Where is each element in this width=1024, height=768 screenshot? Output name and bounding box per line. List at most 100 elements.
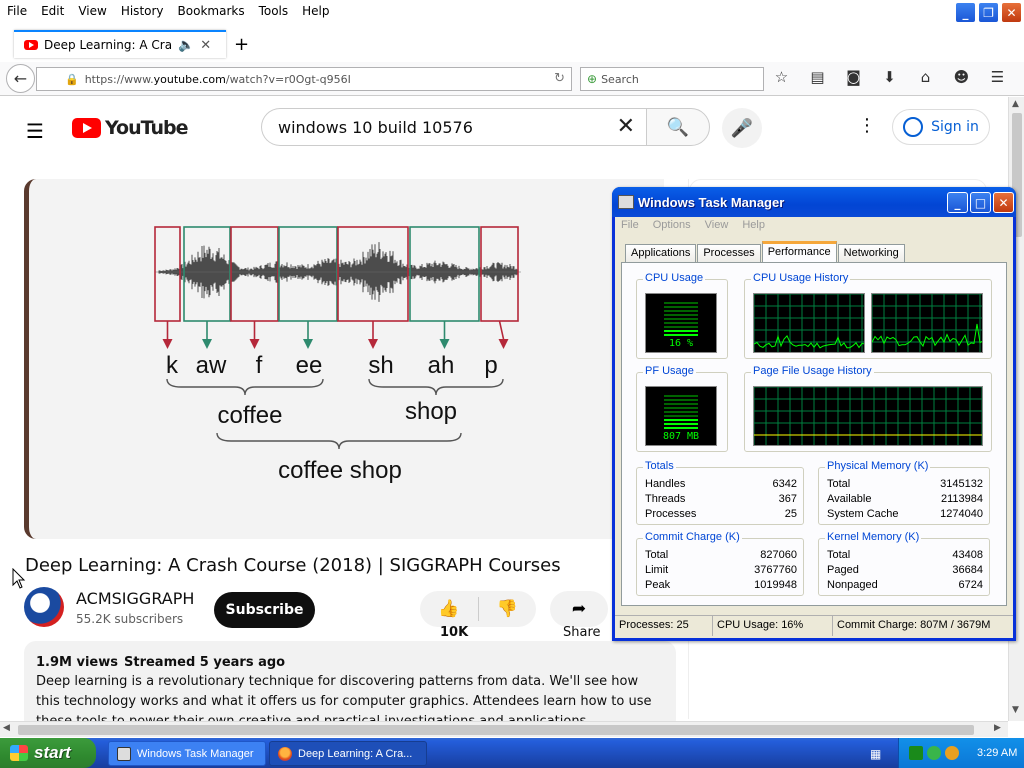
restore-button[interactable]: ❐: [978, 2, 999, 23]
emoji-icon[interactable]: ☻: [952, 68, 971, 86]
pf-history-graph: [753, 386, 983, 446]
clock: 3:29 AM: [977, 747, 1017, 759]
pf-usage-fill: [664, 419, 698, 431]
menu-file[interactable]: File: [0, 4, 34, 18]
task-manager-tray-icon[interactable]: [909, 746, 923, 760]
horizontal-scroll-thumb[interactable]: [18, 725, 974, 735]
close-tab-icon[interactable]: ✕: [200, 38, 211, 53]
subscribe-button[interactable]: Subscribe: [214, 592, 315, 628]
share-arrow-icon: ➦: [572, 599, 586, 619]
phoneme-arrowhead: [202, 339, 212, 349]
tab-networking[interactable]: Networking: [838, 244, 905, 263]
commit-charge-group: Commit Charge (K) Total 827060 Limit 37677…: [636, 538, 804, 596]
scroll-right-arrow-icon[interactable]: ▶: [994, 723, 1001, 733]
youtube-search-button[interactable]: 🔍: [646, 108, 710, 146]
reload-icon[interactable]: ↻: [554, 71, 565, 86]
phoneme-label: f: [256, 352, 263, 379]
system-tray: 3:29 AM: [898, 738, 1024, 768]
like-count: 10K: [440, 625, 468, 640]
bookmark-star-icon[interactable]: ☆: [772, 68, 791, 86]
menu-view[interactable]: View: [71, 4, 113, 18]
menu-tools[interactable]: Tools: [252, 4, 296, 18]
security-icon[interactable]: [945, 746, 959, 760]
scroll-left-arrow-icon[interactable]: ◀: [3, 723, 10, 733]
taskbar-task-manager[interactable]: Windows Task Manager: [108, 741, 266, 766]
sign-in-button[interactable]: Sign in: [892, 109, 990, 145]
status-cpu: CPU Usage: 16%: [713, 616, 833, 636]
voice-search-button[interactable]: 🎤: [722, 108, 762, 148]
phoneme-arrowhead: [368, 339, 378, 349]
channel-avatar[interactable]: [24, 587, 64, 627]
back-button[interactable]: ←: [6, 64, 35, 93]
phoneme-label: p: [484, 352, 497, 379]
tab-performance[interactable]: Performance: [762, 241, 837, 263]
tm-menu-file[interactable]: File: [621, 219, 639, 231]
share-label: Share: [563, 625, 601, 640]
youtube-logo[interactable]: YouTube: [72, 117, 187, 139]
task-manager-window: Windows Task Manager _ □ ✕ File Options …: [612, 187, 1016, 641]
thumbs-up-icon[interactable]: 👍: [420, 599, 478, 619]
minimize-button[interactable]: _: [955, 2, 976, 23]
cpu-history-graph-2: [871, 293, 983, 353]
tm-menu-options[interactable]: Options: [653, 219, 691, 231]
task-manager-titlebar[interactable]: Windows Task Manager _ □ ✕: [612, 187, 1016, 217]
phoneme-label: aw: [196, 352, 227, 379]
start-button[interactable]: start: [0, 738, 96, 768]
tm-menu-help[interactable]: Help: [742, 219, 765, 231]
phoneme-label: k: [166, 352, 179, 379]
download-icon[interactable]: ⬇: [880, 68, 899, 86]
toolbar-icons: ☆ ▤ ◙ ⬇ ⌂ ☻ ☰: [772, 68, 1007, 86]
phoneme-label: ah: [428, 352, 455, 379]
phoneme-label: sh: [368, 352, 393, 379]
close-button[interactable]: ✕: [1001, 2, 1022, 23]
url-text: https://www.youtube.com/watch?v=r0Ogt-q9…: [85, 73, 351, 86]
scroll-up-arrow-icon[interactable]: ▲: [1012, 99, 1019, 109]
guide-menu-icon[interactable]: ☰: [26, 119, 46, 143]
search-bar[interactable]: ⊕ Search: [580, 67, 764, 91]
tm-close-button[interactable]: ✕: [993, 192, 1014, 213]
reader-list-icon[interactable]: ▤: [808, 68, 827, 86]
clear-search-icon[interactable]: ✕: [617, 114, 635, 139]
menu-bookmarks[interactable]: Bookmarks: [171, 4, 252, 18]
windows-flag-icon: [10, 745, 28, 761]
slide-diagram: k aw f ee sh ah pcoffee shopcoffee shop: [29, 179, 664, 539]
lock-icon[interactable]: 🔒: [65, 73, 79, 86]
menu-help[interactable]: Help: [295, 4, 336, 18]
video-player[interactable]: k aw f ee sh ah p coffee shop coffee shop: [24, 179, 664, 539]
microphone-icon: 🎤: [731, 118, 753, 139]
phoneme-arrowhead: [163, 339, 173, 349]
keyboard-icon[interactable]: ▦: [870, 747, 881, 761]
tm-menu-view[interactable]: View: [705, 219, 729, 231]
user-avatar-icon: [903, 117, 923, 137]
thumbs-down-icon[interactable]: 👎: [478, 599, 536, 619]
hamburger-menu-icon[interactable]: ☰: [988, 68, 1007, 86]
settings-more-icon[interactable]: ⋮: [858, 115, 876, 136]
description-box[interactable]: 1.9M views Streamed 5 years ago Deep lear…: [24, 641, 676, 721]
youtube-search-input[interactable]: windows 10 build 10576 ✕: [261, 108, 647, 146]
word-coffee: coffee: [218, 402, 283, 429]
url-bar[interactable]: 🔒 https://www.youtube.com/watch?v=r0Ogt-…: [36, 67, 572, 91]
menu-history[interactable]: History: [114, 4, 171, 18]
tab-processes[interactable]: Processes: [697, 244, 760, 263]
tm-maximize-button[interactable]: □: [970, 192, 991, 213]
tm-minimize-button[interactable]: _: [947, 192, 968, 213]
share-button[interactable]: ➦: [550, 591, 608, 627]
phoneme-arrowhead: [303, 339, 313, 349]
network-icon[interactable]: [927, 746, 941, 760]
scroll-down-arrow-icon[interactable]: ▼: [1012, 705, 1019, 715]
search-icon: ⊕: [587, 72, 597, 86]
taskbar-firefox[interactable]: Deep Learning: A Cra...: [269, 741, 427, 766]
horizontal-scrollbar[interactable]: ◀ ▶: [0, 721, 1008, 737]
channel-name[interactable]: ACMSIGGRAPH: [76, 589, 194, 608]
cpu-history-group: CPU Usage History: [744, 279, 992, 359]
speaker-icon[interactable]: 🔈: [178, 38, 194, 53]
menu-edit[interactable]: Edit: [34, 4, 71, 18]
home-icon[interactable]: ⌂: [916, 68, 935, 86]
new-tab-button[interactable]: +: [234, 34, 249, 55]
grouping-brace: [369, 379, 503, 395]
pocket-icon[interactable]: ◙: [844, 68, 863, 86]
cpu-history-trace: [872, 324, 983, 346]
tab-applications[interactable]: Applications: [625, 244, 696, 263]
phoneme-arrow: [500, 321, 504, 339]
browser-tab[interactable]: Deep Learning: A Crash ... 🔈 ✕: [14, 30, 226, 58]
